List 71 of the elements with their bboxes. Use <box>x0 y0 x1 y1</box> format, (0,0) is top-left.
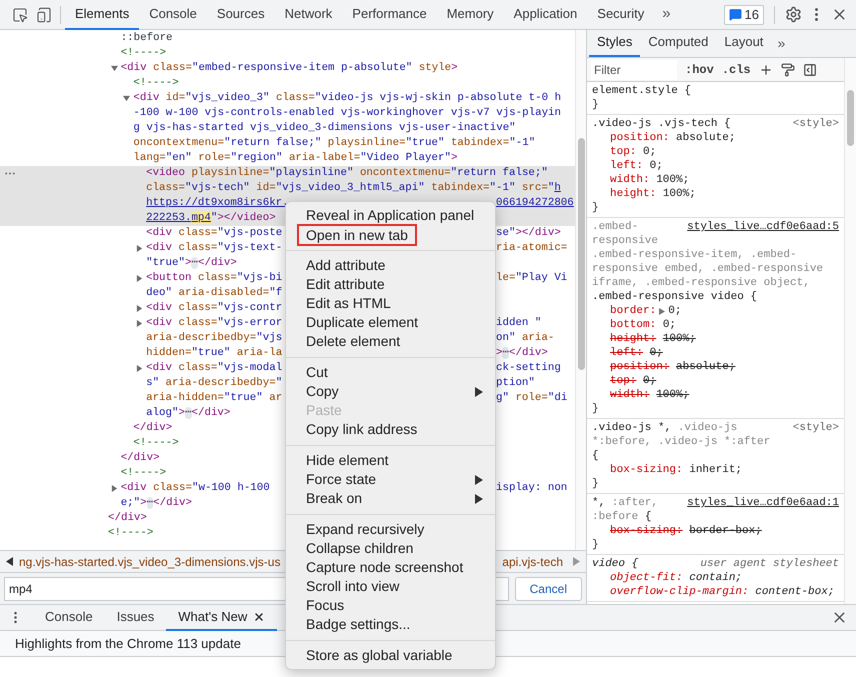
rule-closing-brace: } <box>592 538 599 552</box>
code-line: <!----> <box>108 526 154 541</box>
rule-selector: { <box>644 510 652 524</box>
code-line: hidden="true" aria-la <box>146 346 282 361</box>
rule-selector: .embed- <box>592 220 638 234</box>
code-line: ption" <box>496 376 536 391</box>
code-line: idden " <box>496 316 542 331</box>
code-line: lang="en" role="region" aria-label="Video Player"> <box>133 151 458 166</box>
rule-selector: video { <box>592 557 638 571</box>
rule-source: <style> <box>792 421 839 435</box>
rule-source: user agent stylesheet <box>699 557 839 571</box>
code-line: </div> <box>108 511 147 526</box>
code-line: <div class="vjs-error <box>146 316 282 331</box>
rule-selector: element.style { <box>592 84 692 98</box>
rule-selector: *, <box>592 496 606 510</box>
code-line: 222253.mp4"></video> <box>146 211 276 226</box>
code-line: <div class="vjs-modal <box>146 361 282 376</box>
code-line: -100 w-100 vjs-controls-enabled vjs-workinghover vjs-v7 vjs-playin <box>133 106 562 121</box>
code-line: deo" aria-disabled="f <box>146 286 282 301</box>
rule-selector: .embed-responsive-item, .embed- <box>592 248 797 262</box>
code-line: alog">⋯</div> <box>146 406 230 421</box>
code-line: https://dt9xom8irs6kr. <box>146 196 289 211</box>
code-line: ria-atomic= <box>496 241 568 256</box>
code-line: >⋯</div> <box>496 346 549 361</box>
code-line: <div class="vjs-poste <box>146 226 282 241</box>
code-line: aria-hidden="true" ar <box>146 391 282 406</box>
rule-selector: responsive embed, .embed-responsive <box>592 262 824 276</box>
code-line: ::before <box>120 31 173 46</box>
code-line: <div id="vjs_video_3" class="video-js vjs-wj-skin p-absolute t-0 h <box>133 91 562 106</box>
code-line: <!----> <box>133 436 179 451</box>
code-line: isplay: non <box>496 481 568 496</box>
rule-closing-brace: } <box>592 98 599 112</box>
rule-selector: :before <box>592 510 638 524</box>
code-line: <div class="vjs-text- <box>146 241 282 256</box>
rule-selector: responsive <box>592 234 658 248</box>
code-line: <div class="vjs-contr <box>146 301 282 316</box>
drawer-message: Highlights from the Chrome 113 update <box>15 634 241 653</box>
code-line: <!----> <box>133 76 179 91</box>
code-line: </div> <box>120 451 160 466</box>
code-line: <button class="vjs-bi <box>146 271 282 286</box>
code-line: s" aria-describedby=" <box>146 376 282 391</box>
rule-selector: { <box>592 449 599 463</box>
rule-selector: .video-js <box>676 421 738 435</box>
rule-selector: .video-js .vjs-tech { <box>592 117 731 131</box>
code-line: <!----> <box>120 46 166 61</box>
code-line: g vjs-has-started vjs_video_3-dimensions vjs-user-inactive" <box>133 121 516 136</box>
rule-selector: *:before, .video-js *:after <box>592 435 770 449</box>
rule-selector: .embed-responsive video { <box>592 290 758 304</box>
code-line: e;">⋯</div> <box>120 496 192 511</box>
code-line: ck-setting <box>496 361 562 376</box>
code-line: class="vjs-tech" id="vjs_video_3_html5_api" tabindex="-1" src="h <box>146 181 561 196</box>
code-line: oncontextmenu="return false;" playsinline="true" tabindex="-1" <box>133 136 536 151</box>
rule-closing-brace: } <box>592 201 599 215</box>
code-line: se"></div> <box>496 226 562 241</box>
code-line: <div class="w-100 h-100 <box>120 481 271 496</box>
rule-source: <style> <box>792 117 839 131</box>
code-line: 066194272806 <box>496 196 575 211</box>
code-line: <video playsinline="playsinline" oncontextmenu="return false;" <box>146 166 548 181</box>
code-line: le="Play Vi <box>496 271 568 286</box>
rule-selector: .video-js *, <box>592 421 672 435</box>
rule-closing-brace: } <box>592 477 599 491</box>
code-line: <div class="embed-responsive-item p-absolute" style> <box>120 61 458 76</box>
rule-selector: iframe, .embed-responsive object, <box>592 276 810 290</box>
code-line: "true">⋯</div> <box>146 256 237 271</box>
code-line: </div> <box>133 421 172 436</box>
code-line: on" aria- <box>496 331 556 346</box>
code-line: g" role="di <box>496 391 568 406</box>
code-line: <!----> <box>120 466 166 481</box>
rule-closing-brace: } <box>592 402 599 416</box>
code-line: aria-describedby="vjs <box>146 331 282 346</box>
rule-selector: :after, <box>610 496 658 510</box>
